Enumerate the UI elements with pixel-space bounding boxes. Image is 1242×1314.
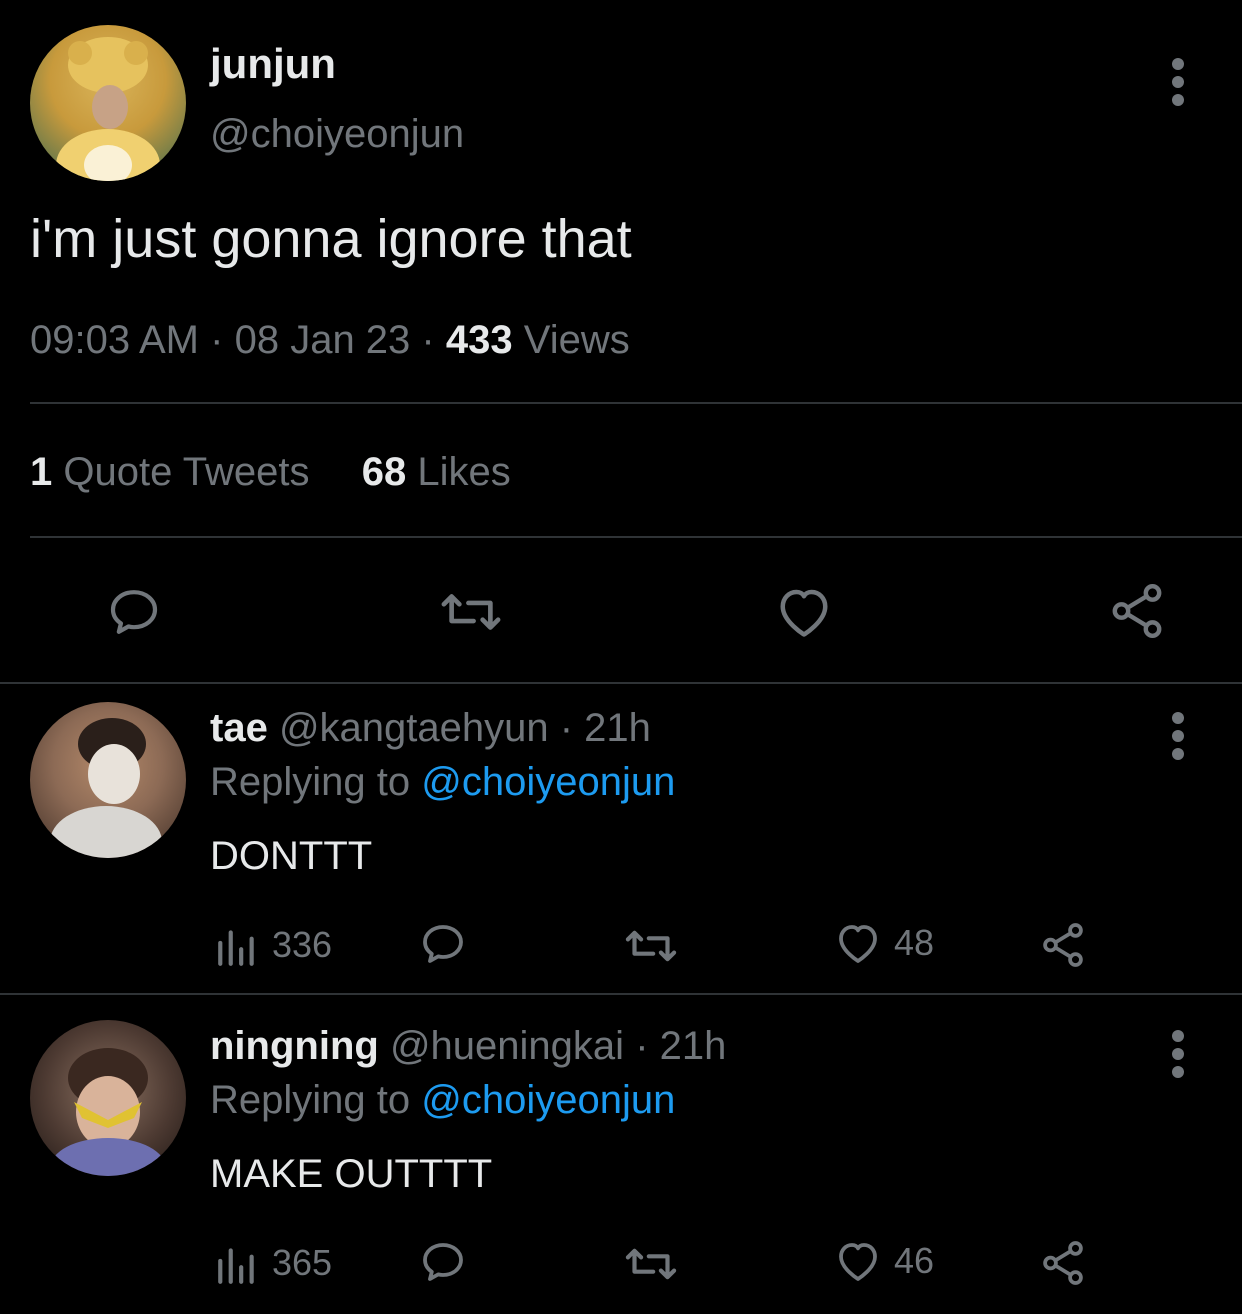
like-button[interactable] — [774, 584, 834, 640]
retweet-icon — [625, 1248, 677, 1280]
tweet-stats: 1 Quote Tweets 68 Likes — [30, 450, 511, 495]
quote-label: Quote Tweets — [63, 450, 310, 494]
avatar-image — [50, 1048, 166, 1176]
views-label: Views — [523, 318, 630, 362]
avatar[interactable] — [30, 25, 186, 181]
share-button[interactable] — [1038, 920, 1088, 970]
reply-button[interactable] — [104, 584, 164, 640]
replying-to: Replying to @choiyeonjun — [210, 760, 675, 805]
more-icon[interactable] — [1172, 712, 1186, 766]
retweet-icon — [625, 930, 677, 962]
reply-header: tae @kangtaehyun · 21h — [210, 706, 651, 751]
separator: · — [210, 318, 224, 362]
views-button[interactable]: 336 — [214, 924, 332, 966]
reply-header: ningning @hueningkai · 21h — [210, 1024, 726, 1069]
likes-count: 46 — [894, 1240, 935, 1281]
quote-tweets-link[interactable]: 1 Quote Tweets — [30, 450, 321, 494]
share-icon — [1043, 923, 1083, 967]
avatar[interactable] — [30, 1020, 186, 1176]
separator: · — [421, 318, 435, 362]
like-button[interactable]: 46 — [834, 1238, 934, 1284]
replying-to: Replying to @choiyeonjun — [210, 1078, 675, 1123]
tweet-date: 08 Jan 23 — [234, 318, 411, 362]
retweet-button[interactable] — [624, 1242, 678, 1286]
retweet-button[interactable] — [624, 924, 678, 968]
retweet-button[interactable] — [440, 586, 502, 638]
like-icon — [780, 589, 828, 637]
likes-link[interactable]: 68 Likes — [362, 450, 511, 494]
divider — [30, 536, 1242, 538]
handle[interactable]: @choiyeonjun — [210, 112, 464, 157]
likes-label: Likes — [417, 450, 511, 494]
likes-count: 48 — [894, 922, 935, 963]
reply-text: DONTTT — [210, 834, 373, 878]
divider — [0, 993, 1242, 995]
reply-icon — [110, 590, 158, 634]
like-icon — [839, 1243, 877, 1281]
share-button[interactable] — [1106, 580, 1168, 642]
like-icon — [839, 925, 877, 963]
more-icon[interactable] — [1172, 1030, 1186, 1084]
reply-time: · 21h — [635, 1024, 727, 1068]
share-icon — [1043, 1241, 1083, 1285]
share-icon — [1112, 584, 1162, 638]
views-count: 433 — [445, 318, 513, 362]
tweet-time: 09:03 AM — [30, 318, 200, 362]
handle[interactable]: @kangtaehyun — [279, 706, 549, 750]
reply-icon — [423, 1243, 463, 1281]
views-count: 365 — [272, 1242, 333, 1283]
quote-count: 1 — [30, 450, 53, 494]
views-icon — [218, 930, 254, 966]
likes-count: 68 — [361, 450, 407, 494]
reply-icon — [423, 925, 463, 963]
reply-button[interactable] — [418, 920, 468, 968]
replying-label: Replying to — [210, 1078, 411, 1122]
replying-handle[interactable]: @choiyeonjun — [421, 1078, 675, 1122]
divider — [0, 682, 1242, 684]
share-button[interactable] — [1038, 1238, 1088, 1288]
display-name[interactable]: junjun — [210, 40, 336, 88]
views-button[interactable]: 365 — [214, 1242, 332, 1284]
replying-label: Replying to — [210, 760, 411, 804]
more-icon[interactable] — [1172, 58, 1186, 112]
reply-text: MAKE OUTTTT — [210, 1152, 493, 1196]
divider — [30, 402, 1242, 404]
handle[interactable]: @hueningkai — [390, 1024, 624, 1068]
views-count: 336 — [272, 924, 333, 965]
avatar[interactable] — [30, 702, 186, 858]
like-button[interactable]: 48 — [834, 920, 934, 966]
reply-time: · 21h — [559, 706, 651, 750]
display-name[interactable]: ningning — [210, 1024, 379, 1068]
tweet-meta: 09:03 AM · 08 Jan 23 · 433 Views — [30, 318, 630, 363]
tweet-text: i'm just gonna ignore that — [30, 209, 632, 269]
retweet-icon — [441, 594, 501, 630]
avatar-image — [50, 718, 162, 858]
reply-button[interactable] — [418, 1238, 468, 1286]
views-icon — [218, 1248, 254, 1284]
display-name[interactable]: tae — [210, 706, 268, 750]
replying-handle[interactable]: @choiyeonjun — [421, 760, 675, 804]
avatar-image — [56, 37, 160, 181]
